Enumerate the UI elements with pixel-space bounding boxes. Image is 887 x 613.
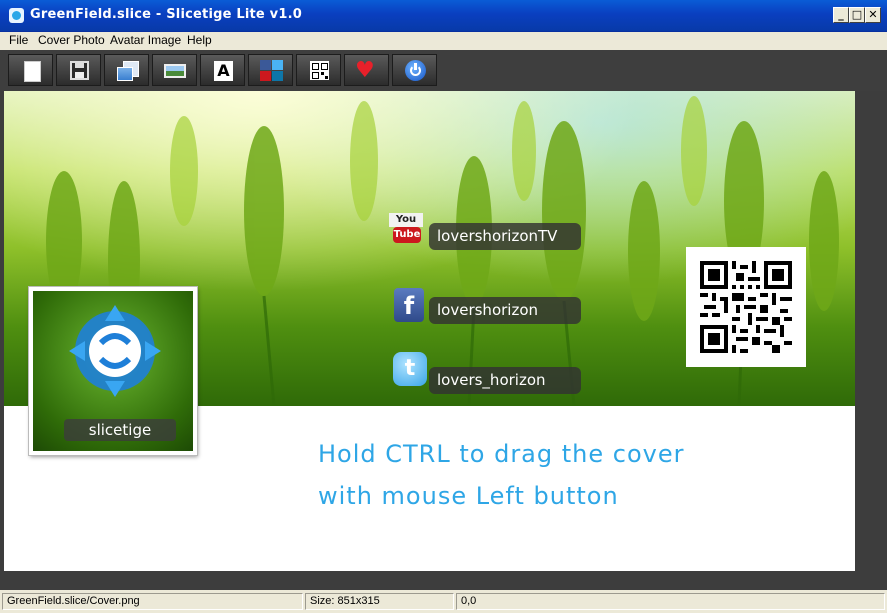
- heart-icon: ♥: [355, 58, 375, 83]
- window-title: GreenField.slice - Slicetige Lite v1.0: [30, 7, 302, 22]
- youtube-icon: You Tube: [389, 211, 423, 245]
- avatar-image[interactable]: slicetige: [29, 287, 197, 455]
- power-icon: [405, 60, 426, 81]
- facebook-icon: f: [394, 288, 424, 322]
- social-icons-icon: [260, 60, 284, 82]
- export-image-icon: [117, 61, 139, 81]
- maximize-button[interactable]: □: [849, 7, 865, 23]
- status-file-path: GreenField.slice/Cover.png: [2, 593, 303, 610]
- close-button[interactable]: ✕: [865, 7, 881, 23]
- new-button[interactable]: [8, 54, 53, 86]
- twitter-icon: t: [393, 352, 427, 386]
- text-icon: A: [214, 61, 233, 81]
- avatar-photo: slicetige: [33, 291, 193, 451]
- app-icon[interactable]: [9, 8, 24, 23]
- qr-code[interactable]: [686, 247, 806, 367]
- menu-avatar-image[interactable]: Avatar Image: [110, 33, 181, 47]
- save-icon: [70, 61, 89, 80]
- menu-cover-photo[interactable]: Cover Photo: [38, 33, 105, 47]
- title-bar: GreenField.slice - Slicetige Lite v1.0 _…: [0, 0, 887, 32]
- toolbar: A ♥: [0, 50, 887, 91]
- qr-code-icon: [310, 61, 329, 80]
- cover-photo-button[interactable]: [152, 54, 197, 86]
- menu-file[interactable]: File: [9, 33, 28, 47]
- status-size: Size: 851x315: [305, 593, 454, 610]
- menu-help[interactable]: Help: [187, 33, 212, 47]
- avatar-name-label: slicetige: [64, 419, 176, 441]
- menu-bar: File Cover Photo Avatar Image Help: [0, 32, 887, 50]
- social-button[interactable]: [248, 54, 293, 86]
- hint-text-line2: with mouse Left button: [318, 482, 619, 510]
- save-button[interactable]: [56, 54, 101, 86]
- exit-button[interactable]: [392, 54, 437, 86]
- status-coordinates: 0,0: [456, 593, 885, 610]
- text-button[interactable]: A: [200, 54, 245, 86]
- cover-photo-icon: [164, 64, 186, 78]
- workspace[interactable]: You Tube lovershorizonTV f lovershorizon…: [0, 91, 887, 590]
- youtube-label: lovershorizonTV: [429, 223, 581, 250]
- new-document-icon: [24, 61, 41, 82]
- favorite-button[interactable]: ♥: [344, 54, 389, 86]
- qr-code-button[interactable]: [296, 54, 341, 86]
- minimize-button[interactable]: _: [833, 7, 849, 23]
- hint-text-line1: Hold CTRL to drag the cover: [318, 440, 685, 468]
- twitter-label: lovers_horizon: [429, 367, 581, 394]
- export-button[interactable]: [104, 54, 149, 86]
- qr-code-image: [700, 261, 792, 353]
- facebook-label: lovershorizon: [429, 297, 581, 324]
- status-bar: GreenField.slice/Cover.png Size: 851x315…: [0, 590, 887, 613]
